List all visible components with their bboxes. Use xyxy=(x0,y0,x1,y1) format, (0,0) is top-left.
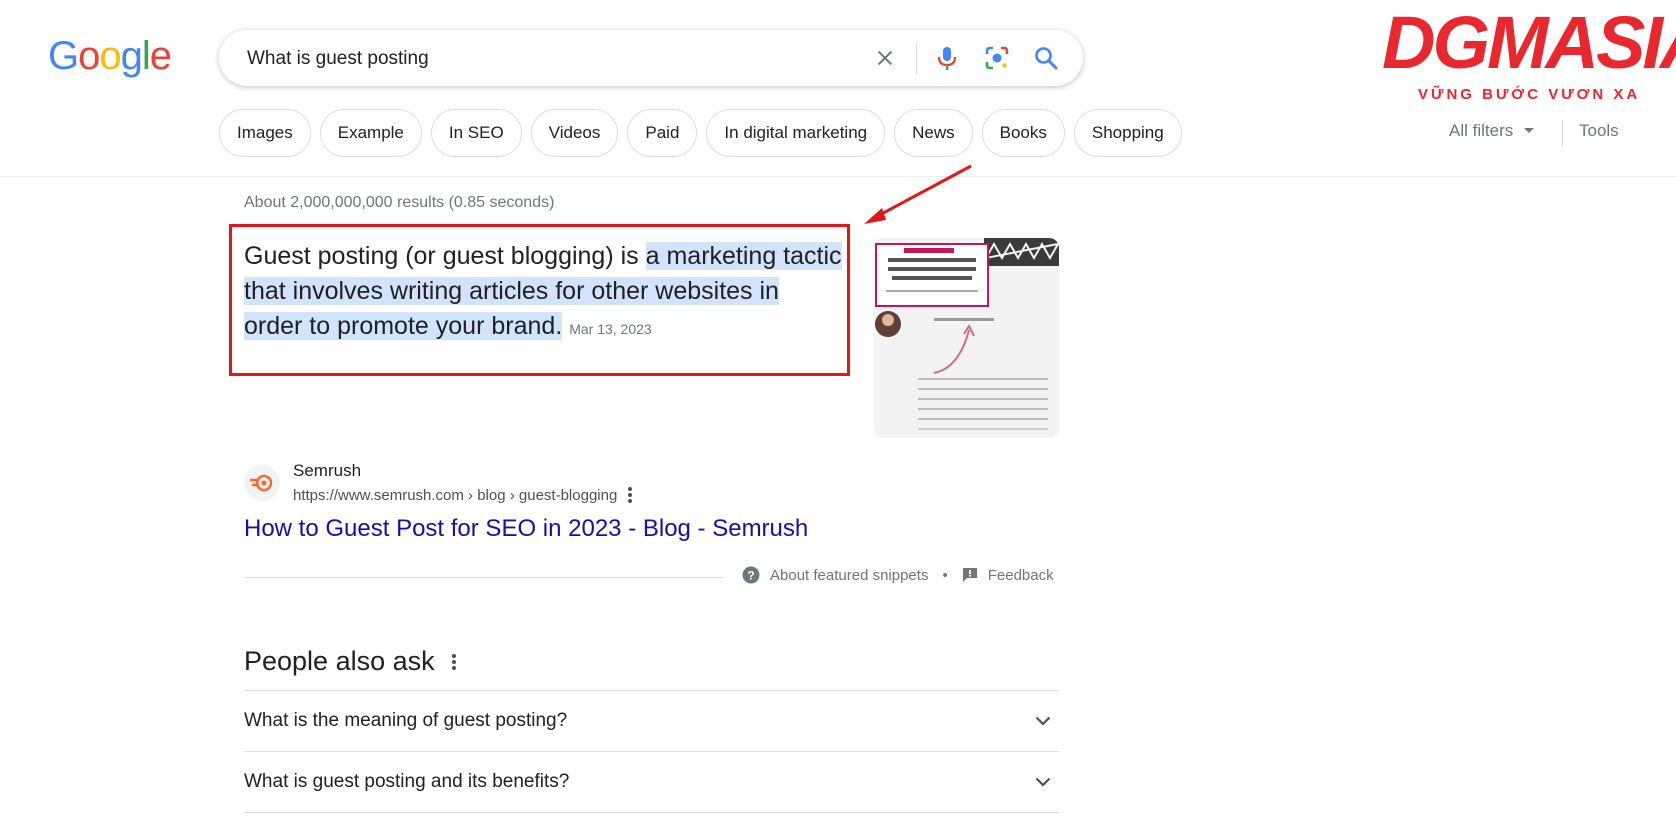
microphone-icon[interactable] xyxy=(933,44,961,72)
search-input[interactable] xyxy=(245,44,849,74)
paa-question[interactable]: What is the meaning of guest posting? xyxy=(244,690,1059,751)
results-count: About 2,000,000,000 results (0.85 second… xyxy=(244,194,555,211)
source-name[interactable]: Semrush xyxy=(293,461,361,481)
tools-button[interactable]: Tools xyxy=(1579,121,1619,141)
paa-question[interactable]: What is guest posting and its benefits? xyxy=(244,751,1059,812)
filter-chips: Images Example In SEO Videos Paid In dig… xyxy=(219,109,1182,157)
paa-question-text: What is the meaning of guest posting? xyxy=(244,710,568,731)
paa-bottom-divider xyxy=(244,812,1059,813)
logo-letter: o xyxy=(99,34,121,78)
logo-letter: o xyxy=(78,34,100,78)
brand-tagline: VỮNG BƯỚC VƯƠN XA xyxy=(1418,86,1641,103)
snippet-thumbnail[interactable] xyxy=(874,238,1059,438)
logo-letter: e xyxy=(149,34,172,78)
more-vert-icon[interactable] xyxy=(451,653,457,671)
all-filters-button[interactable]: All filters xyxy=(1449,121,1535,141)
snippet-footer-divider xyxy=(244,577,724,578)
snippet-footer: ? About featured snippets • Feedback xyxy=(742,566,1054,584)
chip-paid[interactable]: Paid xyxy=(627,109,698,157)
tools-divider xyxy=(1562,120,1563,146)
svg-text:?: ? xyxy=(747,569,754,583)
dgmasia-logo: DGMASIA VỮNG BƯỚC VƯƠN XA xyxy=(1378,6,1676,106)
about-featured-snippets-link[interactable]: About featured snippets xyxy=(770,567,928,584)
all-filters-label: All filters xyxy=(1449,121,1514,140)
people-also-ask-heading: People also ask xyxy=(244,646,457,677)
paa-question-text: What is guest posting and its benefits? xyxy=(244,771,570,792)
source-url-row: https://www.semrush.com › blog › guest-b… xyxy=(293,486,633,504)
featured-snippet-text: Guest posting (or guest blogging) is a m… xyxy=(244,239,844,347)
chip-images[interactable]: Images xyxy=(219,109,311,157)
footer-separator: • xyxy=(942,566,948,584)
annotation-arrow-icon xyxy=(864,164,972,224)
chip-example[interactable]: Example xyxy=(319,109,422,157)
chevron-down-icon xyxy=(1035,777,1051,787)
result-title-link[interactable]: How to Guest Post for SEO in 2023 - Blog… xyxy=(244,515,808,543)
logo-letter: G xyxy=(48,34,79,78)
chevron-down-icon xyxy=(1035,716,1051,726)
search-icon[interactable] xyxy=(1032,44,1060,72)
camera-lens-icon[interactable] xyxy=(983,44,1011,72)
feedback-link[interactable]: Feedback xyxy=(988,567,1054,584)
more-vert-icon[interactable] xyxy=(627,486,633,504)
chip-in-seo[interactable]: In SEO xyxy=(430,109,522,157)
help-icon[interactable]: ? xyxy=(742,566,760,584)
google-logo[interactable]: Google xyxy=(48,34,172,78)
snippet-plain: Guest posting (or guest blogging) is xyxy=(244,242,646,270)
caret-down-icon xyxy=(1524,128,1535,133)
paa-title: People also ask xyxy=(244,646,435,676)
feedback-icon[interactable] xyxy=(962,567,978,583)
close-icon[interactable] xyxy=(871,44,899,72)
chip-shopping[interactable]: Shopping xyxy=(1073,109,1182,157)
logo-letter: g xyxy=(120,34,143,78)
chip-videos[interactable]: Videos xyxy=(530,109,619,157)
chip-news[interactable]: News xyxy=(894,109,973,157)
chip-books[interactable]: Books xyxy=(981,109,1065,157)
chip-in-digital-marketing[interactable]: In digital marketing xyxy=(706,109,886,157)
source-url[interactable]: https://www.semrush.com › blog › guest-b… xyxy=(293,487,617,504)
brand-word: DGMASIA xyxy=(1382,1,1676,84)
semrush-icon xyxy=(250,474,273,492)
semrush-favicon[interactable] xyxy=(244,465,280,501)
search-box xyxy=(219,30,1083,86)
logo-letter: l xyxy=(141,34,151,78)
header-divider xyxy=(0,176,1676,177)
search-box-divider xyxy=(916,42,917,74)
snippet-date: Mar 13, 2023 xyxy=(569,321,652,337)
